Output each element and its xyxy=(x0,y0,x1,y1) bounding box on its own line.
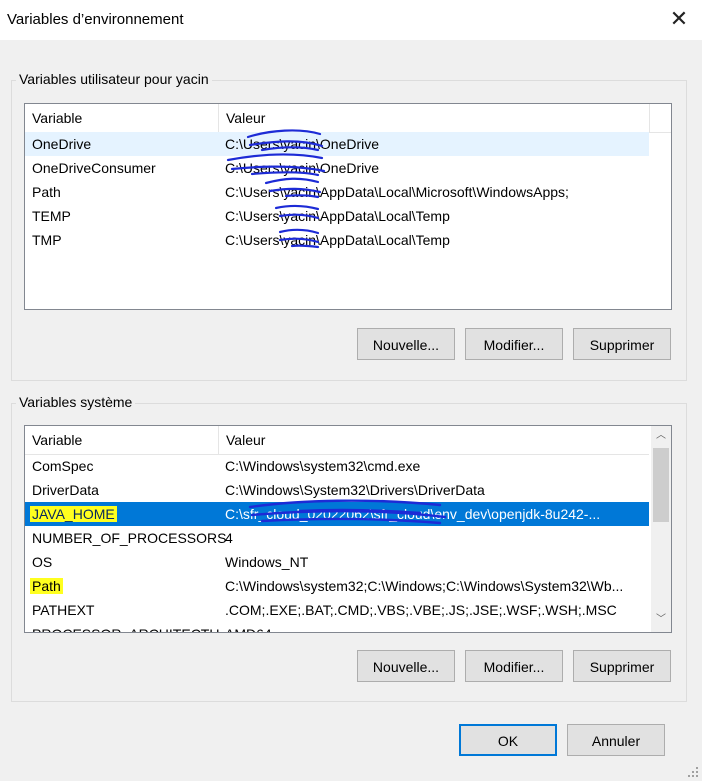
variable-value: C:\Users\yacin\OneDrive xyxy=(225,136,380,152)
resize-grip-icon[interactable] xyxy=(687,766,699,778)
table-row-selected[interactable]: JAVA_HOME C:\sfr_cloud_02022062\sfr_clou… xyxy=(25,502,649,526)
variable-value: C:\sfr_cloud_02022062\sfr_cloud\env_dev\… xyxy=(225,506,601,522)
variable-name: ComSpec xyxy=(32,458,94,474)
list-header: Variable Valeur xyxy=(25,104,671,133)
table-row[interactable]: NUMBER_OF_PROCESSORS 4 xyxy=(25,526,649,550)
table-row[interactable]: TMP C:\Users\yacin\AppData\Local\Temp xyxy=(25,228,649,252)
user-variables-group-label: Variables utilisateur pour yacin xyxy=(16,71,212,87)
variable-value: AMD64 xyxy=(225,622,650,632)
table-row[interactable]: OS Windows_NT xyxy=(25,550,649,574)
variable-name: PROCESSOR_ARCHITECTU... xyxy=(32,622,231,632)
highlight-marker: JAVA_HOME xyxy=(30,506,117,522)
system-variables-list[interactable]: Variable Valeur ComSpec C:\Windows\syste… xyxy=(24,425,672,633)
variable-name: OneDrive xyxy=(32,136,92,152)
variable-name: TEMP xyxy=(32,208,71,224)
column-header-value[interactable]: Valeur xyxy=(219,426,649,454)
highlight-marker: Path xyxy=(30,578,63,594)
table-row[interactable]: Path C:\Windows\system32;C:\Windows;C:\W… xyxy=(25,574,649,598)
variable-value: C:\Users\yacin\AppData\Local\Temp xyxy=(225,232,450,248)
variable-name: JAVA_HOME xyxy=(30,502,117,526)
variable-value: C:\Windows\system32;C:\Windows;C:\Window… xyxy=(225,578,624,594)
system-delete-button[interactable]: Supprimer xyxy=(573,650,671,682)
table-row[interactable]: PATHEXT .COM;.EXE;.BAT;.CMD;.VBS;.VBE;.J… xyxy=(25,598,649,622)
vertical-scrollbar[interactable]: ︿ ﹀ xyxy=(651,426,671,632)
scroll-up-icon[interactable]: ︿ xyxy=(651,426,671,446)
variable-name: DriverData xyxy=(32,482,99,498)
scroll-thumb[interactable] xyxy=(653,448,669,522)
table-row[interactable]: DriverData C:\Windows\System32\Drivers\D… xyxy=(25,478,649,502)
system-edit-button[interactable]: Modifier... xyxy=(465,650,563,682)
variable-value: Windows_NT xyxy=(225,554,309,570)
table-row[interactable]: ComSpec C:\Windows\system32\cmd.exe xyxy=(25,454,649,478)
table-row[interactable]: Path C:\Users\yacin\AppData\Local\Micros… xyxy=(25,180,649,204)
column-header-variable[interactable]: Variable xyxy=(25,426,218,454)
variable-value: C:\Windows\System32\Drivers\DriverData xyxy=(225,482,485,498)
user-edit-button[interactable]: Modifier... xyxy=(465,328,563,360)
system-new-button[interactable]: Nouvelle... xyxy=(357,650,455,682)
variable-name: OneDriveConsumer xyxy=(32,160,156,176)
table-row[interactable]: OneDriveConsumer C:\Users\yacin\OneDrive xyxy=(25,156,649,180)
cancel-button[interactable]: Annuler xyxy=(567,724,665,756)
variable-value: C:\Users\yacin\AppData\Local\Microsoft\W… xyxy=(225,184,569,200)
ok-button[interactable]: OK xyxy=(459,724,557,756)
variable-value: C:\Windows\system32\cmd.exe xyxy=(225,458,421,474)
variable-name: Path xyxy=(32,184,61,200)
table-row[interactable]: PROCESSOR_ARCHITECTU... AMD64 xyxy=(25,622,650,632)
window-title: Variables d’environnement xyxy=(7,11,184,28)
table-row[interactable]: OneDrive C:\Users\yacin\OneDrive xyxy=(25,132,649,156)
variable-name: OS xyxy=(32,554,53,570)
variable-name: Path xyxy=(30,574,63,598)
variable-value: C:\Users\yacin\AppData\Local\Temp xyxy=(225,208,450,224)
column-header-variable[interactable]: Variable xyxy=(25,104,218,132)
table-row[interactable]: TEMP C:\Users\yacin\AppData\Local\Temp xyxy=(25,204,649,228)
column-header-value[interactable]: Valeur xyxy=(219,104,649,132)
variable-value: .COM;.EXE;.BAT;.CMD;.VBS;.VBE;.JS;.JSE;.… xyxy=(225,602,617,618)
title-bar: Variables d’environnement ✕ xyxy=(0,0,702,40)
close-icon[interactable]: ✕ xyxy=(656,0,702,40)
user-variables-list[interactable]: Variable Valeur OneDrive C:\Users\yacin\… xyxy=(24,103,672,310)
variable-name: PATHEXT xyxy=(32,602,95,618)
scroll-down-icon[interactable]: ﹀ xyxy=(651,610,671,630)
list-header: Variable Valeur xyxy=(25,426,649,455)
variable-name: TMP xyxy=(32,232,62,248)
user-delete-button[interactable]: Supprimer xyxy=(573,328,671,360)
variable-name: NUMBER_OF_PROCESSORS xyxy=(32,530,227,546)
variable-value: 4 xyxy=(225,530,233,546)
user-new-button[interactable]: Nouvelle... xyxy=(357,328,455,360)
system-variables-group-label: Variables système xyxy=(16,394,136,410)
variable-value: C:\Users\yacin\OneDrive xyxy=(225,160,380,176)
